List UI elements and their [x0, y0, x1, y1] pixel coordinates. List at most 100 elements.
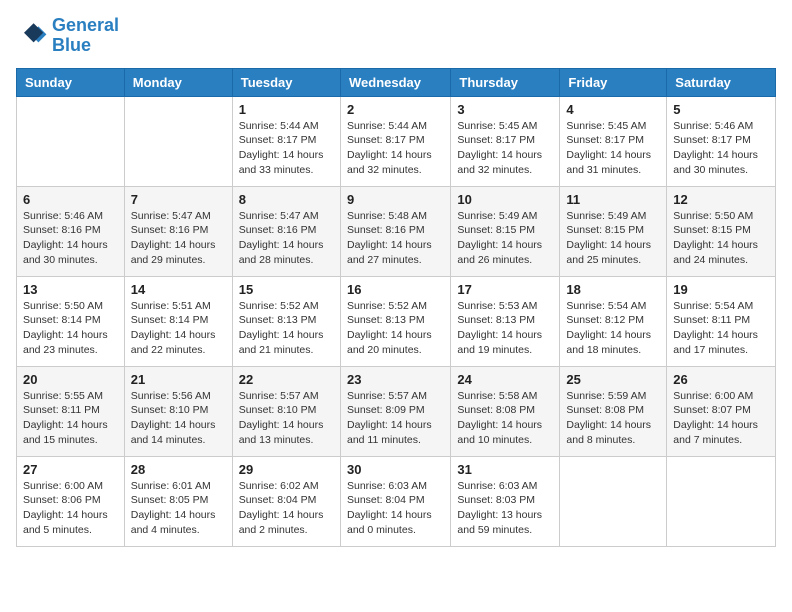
day-info: Sunrise: 5:49 AM Sunset: 8:15 PM Dayligh…	[566, 209, 660, 268]
calendar-cell: 19Sunrise: 5:54 AM Sunset: 8:11 PM Dayli…	[667, 276, 776, 366]
day-info: Sunrise: 5:50 AM Sunset: 8:15 PM Dayligh…	[673, 209, 769, 268]
calendar-cell: 8Sunrise: 5:47 AM Sunset: 8:16 PM Daylig…	[232, 186, 340, 276]
header-monday: Monday	[124, 68, 232, 96]
day-number: 31	[457, 462, 553, 477]
day-number: 19	[673, 282, 769, 297]
calendar-cell: 31 Sunrise: 6:03 AM Sunset: 8:03 PM Dayli…	[451, 456, 560, 546]
calendar-cell: 2Sunrise: 5:44 AM Sunset: 8:17 PM Daylig…	[340, 96, 450, 186]
calendar-cell: 20Sunrise: 5:55 AM Sunset: 8:11 PM Dayli…	[17, 366, 125, 456]
calendar-week-5: 27 Sunrise: 6:00 AM Sunset: 8:06 PM Dayli…	[17, 456, 776, 546]
day-number: 6	[23, 192, 118, 207]
page-header: General Blue	[16, 16, 776, 56]
calendar-week-3: 13Sunrise: 5:50 AM Sunset: 8:14 PM Dayli…	[17, 276, 776, 366]
day-info: Sunrise: 6:02 AM Sunset: 8:04 PM Dayligh…	[239, 479, 334, 538]
logo-icon	[16, 20, 48, 52]
day-number: 21	[131, 372, 226, 387]
calendar-cell: 10 Sunrise: 5:49 AM Sunset: 8:15 PM Dayli…	[451, 186, 560, 276]
day-info: Sunrise: 5:57 AM Sunset: 8:09 PM Dayligh…	[347, 389, 444, 448]
calendar-cell: 12 Sunrise: 5:50 AM Sunset: 8:15 PM Dayli…	[667, 186, 776, 276]
day-info: Sunrise: 5:47 AM Sunset: 8:16 PM Dayligh…	[239, 209, 334, 268]
day-number: 23	[347, 372, 444, 387]
day-info: Sunrise: 6:00 AM Sunset: 8:07 PM Dayligh…	[673, 389, 769, 448]
day-number: 30	[347, 462, 444, 477]
day-info: Sunrise: 5:44 AM Sunset: 8:17 PM Dayligh…	[347, 119, 444, 178]
day-number: 17	[457, 282, 553, 297]
calendar-cell: 14Sunrise: 5:51 AM Sunset: 8:14 PM Dayli…	[124, 276, 232, 366]
calendar-cell: 25Sunrise: 5:59 AM Sunset: 8:08 PM Dayli…	[560, 366, 667, 456]
header-thursday: Thursday	[451, 68, 560, 96]
day-number: 28	[131, 462, 226, 477]
day-info: Sunrise: 5:52 AM Sunset: 8:13 PM Dayligh…	[347, 299, 444, 358]
header-tuesday: Tuesday	[232, 68, 340, 96]
day-number: 26	[673, 372, 769, 387]
calendar-cell: 18 Sunrise: 5:54 AM Sunset: 8:12 PM Dayli…	[560, 276, 667, 366]
calendar-header-row: SundayMondayTuesdayWednesdayThursdayFrid…	[17, 68, 776, 96]
calendar-cell: 30 Sunrise: 6:03 AM Sunset: 8:04 PM Dayli…	[340, 456, 450, 546]
day-number: 4	[566, 102, 660, 117]
day-info: Sunrise: 5:45 AM Sunset: 8:17 PM Dayligh…	[566, 119, 660, 178]
calendar-week-2: 6 Sunrise: 5:46 AM Sunset: 8:16 PM Daylig…	[17, 186, 776, 276]
day-info: Sunrise: 5:58 AM Sunset: 8:08 PM Dayligh…	[457, 389, 553, 448]
calendar-cell: 27 Sunrise: 6:00 AM Sunset: 8:06 PM Dayli…	[17, 456, 125, 546]
day-number: 12	[673, 192, 769, 207]
day-info: Sunrise: 5:57 AM Sunset: 8:10 PM Dayligh…	[239, 389, 334, 448]
calendar-cell: 16 Sunrise: 5:52 AM Sunset: 8:13 PM Dayli…	[340, 276, 450, 366]
day-info: Sunrise: 5:46 AM Sunset: 8:17 PM Dayligh…	[673, 119, 769, 178]
day-number: 24	[457, 372, 553, 387]
day-number: 29	[239, 462, 334, 477]
day-number: 5	[673, 102, 769, 117]
calendar-cell: 29 Sunrise: 6:02 AM Sunset: 8:04 PM Dayli…	[232, 456, 340, 546]
day-info: Sunrise: 5:56 AM Sunset: 8:10 PM Dayligh…	[131, 389, 226, 448]
calendar-cell: 22Sunrise: 5:57 AM Sunset: 8:10 PM Dayli…	[232, 366, 340, 456]
calendar-cell: 13Sunrise: 5:50 AM Sunset: 8:14 PM Dayli…	[17, 276, 125, 366]
day-number: 7	[131, 192, 226, 207]
day-info: Sunrise: 6:00 AM Sunset: 8:06 PM Dayligh…	[23, 479, 118, 538]
day-info: Sunrise: 6:03 AM Sunset: 8:03 PM Dayligh…	[457, 479, 553, 538]
day-number: 10	[457, 192, 553, 207]
header-saturday: Saturday	[667, 68, 776, 96]
day-number: 3	[457, 102, 553, 117]
day-info: Sunrise: 5:46 AM Sunset: 8:16 PM Dayligh…	[23, 209, 118, 268]
day-info: Sunrise: 5:47 AM Sunset: 8:16 PM Dayligh…	[131, 209, 226, 268]
calendar-cell: 5 Sunrise: 5:46 AM Sunset: 8:17 PM Daylig…	[667, 96, 776, 186]
calendar-cell	[560, 456, 667, 546]
day-info: Sunrise: 5:52 AM Sunset: 8:13 PM Dayligh…	[239, 299, 334, 358]
day-number: 1	[239, 102, 334, 117]
calendar-cell: 17 Sunrise: 5:53 AM Sunset: 8:13 PM Dayli…	[451, 276, 560, 366]
header-friday: Friday	[560, 68, 667, 96]
calendar-table: SundayMondayTuesdayWednesdayThursdayFrid…	[16, 68, 776, 547]
day-number: 11	[566, 192, 660, 207]
header-sunday: Sunday	[17, 68, 125, 96]
day-info: Sunrise: 5:53 AM Sunset: 8:13 PM Dayligh…	[457, 299, 553, 358]
calendar-cell: 1Sunrise: 5:44 AM Sunset: 8:17 PM Daylig…	[232, 96, 340, 186]
calendar-week-4: 20Sunrise: 5:55 AM Sunset: 8:11 PM Dayli…	[17, 366, 776, 456]
day-info: Sunrise: 5:51 AM Sunset: 8:14 PM Dayligh…	[131, 299, 226, 358]
calendar-cell	[667, 456, 776, 546]
day-info: Sunrise: 6:01 AM Sunset: 8:05 PM Dayligh…	[131, 479, 226, 538]
calendar-cell: 26 Sunrise: 6:00 AM Sunset: 8:07 PM Dayli…	[667, 366, 776, 456]
calendar-cell: 24 Sunrise: 5:58 AM Sunset: 8:08 PM Dayli…	[451, 366, 560, 456]
day-number: 20	[23, 372, 118, 387]
day-info: Sunrise: 5:54 AM Sunset: 8:12 PM Dayligh…	[566, 299, 660, 358]
day-info: Sunrise: 5:49 AM Sunset: 8:15 PM Dayligh…	[457, 209, 553, 268]
day-number: 13	[23, 282, 118, 297]
logo: General Blue	[16, 16, 119, 56]
calendar-cell: 11 Sunrise: 5:49 AM Sunset: 8:15 PM Dayli…	[560, 186, 667, 276]
calendar-cell: 23 Sunrise: 5:57 AM Sunset: 8:09 PM Dayli…	[340, 366, 450, 456]
calendar-cell: 21 Sunrise: 5:56 AM Sunset: 8:10 PM Dayli…	[124, 366, 232, 456]
day-number: 27	[23, 462, 118, 477]
calendar-cell: 15Sunrise: 5:52 AM Sunset: 8:13 PM Dayli…	[232, 276, 340, 366]
day-number: 18	[566, 282, 660, 297]
calendar-cell: 3Sunrise: 5:45 AM Sunset: 8:17 PM Daylig…	[451, 96, 560, 186]
day-number: 9	[347, 192, 444, 207]
day-number: 16	[347, 282, 444, 297]
calendar-cell	[17, 96, 125, 186]
header-wednesday: Wednesday	[340, 68, 450, 96]
day-info: Sunrise: 6:03 AM Sunset: 8:04 PM Dayligh…	[347, 479, 444, 538]
calendar-cell: 4 Sunrise: 5:45 AM Sunset: 8:17 PM Daylig…	[560, 96, 667, 186]
calendar-cell: 6 Sunrise: 5:46 AM Sunset: 8:16 PM Daylig…	[17, 186, 125, 276]
calendar-cell: 7 Sunrise: 5:47 AM Sunset: 8:16 PM Daylig…	[124, 186, 232, 276]
day-number: 25	[566, 372, 660, 387]
calendar-cell: 28 Sunrise: 6:01 AM Sunset: 8:05 PM Dayli…	[124, 456, 232, 546]
calendar-week-1: 1 Sunrise: 5:44 AM Sunset: 8:17 PM Daylig…	[17, 96, 776, 186]
